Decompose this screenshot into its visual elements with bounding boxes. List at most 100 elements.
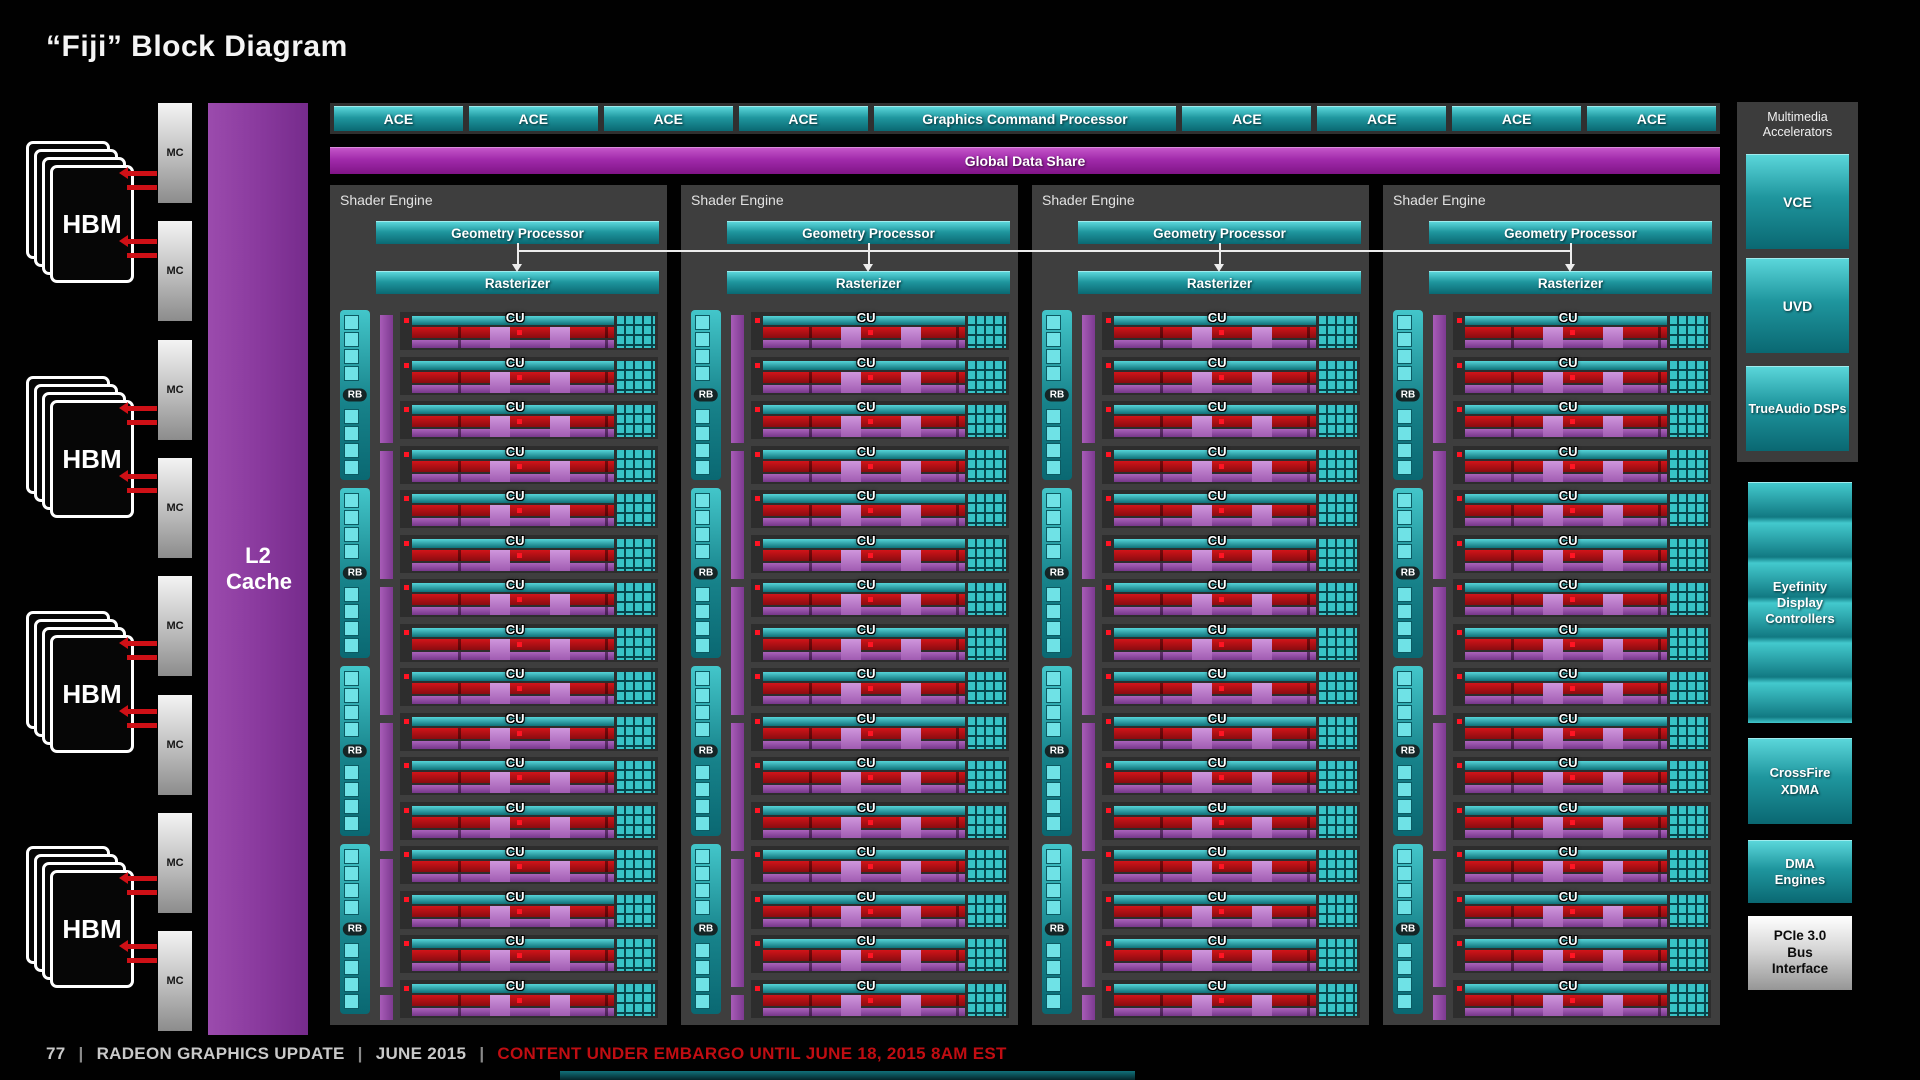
cu-simd-bar [1465,639,1667,650]
cu-branch-block [841,639,861,660]
cu-branch-block [1603,906,1623,927]
lds-bar-segment [1433,451,1446,579]
cu-simd-bar [763,550,965,561]
cu-branch-block [1543,461,1563,482]
rb-cell [344,493,359,508]
crossbar-hline [518,250,1571,252]
cu-lds-bar [412,919,614,927]
rb-cell [344,883,359,898]
cu-row: CU [400,980,658,1018]
cu-status-dot [404,452,409,457]
lds-bar-segment [380,723,393,851]
cu-label: CU [1559,310,1578,325]
cu-status-dot [1457,318,1462,323]
cu-status-dot [517,375,522,380]
ace-block: ACE [1317,106,1446,131]
cu-status-dot [1570,330,1575,335]
cu-branch-block [901,906,921,927]
lds-bar-segment [1433,587,1446,715]
cu-lds-bar [1114,563,1316,571]
cu-texture-cache-grid [617,405,655,437]
cu-simd-bar [1114,683,1316,694]
hbm-mc-link [127,171,157,176]
cu-label: CU [1208,711,1227,726]
rb-cell [1046,900,1061,915]
cu-row: CU [400,446,658,484]
cu-label: CU [857,933,876,948]
cu-status-dot [1219,375,1224,380]
cu-label: CU [857,444,876,459]
cu-lds-bar [1465,607,1667,615]
rb-block: RB [340,666,370,836]
rb-cell [1397,587,1412,602]
cu-label: CU [506,310,525,325]
cu-simd-bar [763,505,965,516]
dma-engines-block: DMA Engines [1748,840,1852,903]
cu-branch-block [550,728,570,749]
rb-label: RB [343,389,367,402]
hbm-label: HBM [50,870,134,988]
cu-status-dot [1457,674,1462,679]
cu-branch-block [841,416,861,437]
cu-row: CU [1453,935,1711,973]
cu-branch-block [1252,950,1272,971]
cu-row: CU [1102,802,1360,840]
cu-status-dot [1570,375,1575,380]
rb-cell [344,315,359,330]
cu-status-dot [868,864,873,869]
footer-embargo-notice: CONTENT UNDER EMBARGO UNTIL JUNE 18, 201… [497,1044,1006,1064]
cu-lds-bar [763,963,965,971]
cu-lds-bar [763,474,965,482]
cu-lds-bar [763,696,965,704]
rb-cell [1397,349,1412,364]
rb-cell [695,510,710,525]
cu-lds-bar [1465,1008,1667,1016]
rb-cell [1046,638,1061,653]
rb-cell [344,426,359,441]
cu-texture-cache-grid [1319,895,1357,927]
cu-branch-block [1252,327,1272,348]
cu-texture-cache-grid [968,405,1006,437]
rb-cell [695,443,710,458]
rb-block: RB [340,844,370,1014]
rb-cell [1397,638,1412,653]
ace-block: ACE [604,106,733,131]
cu-lds-bar [1114,652,1316,660]
cu-branch-block [901,772,921,793]
lds-bar-segment [731,859,744,987]
cu-lds-bar [412,741,614,749]
hbm-stack: HBM [26,376,132,516]
lds-bar-segment [1433,315,1446,443]
cu-texture-cache-grid [617,761,655,793]
cu-lds-bar [763,518,965,526]
cu-lds-bar [412,385,614,393]
rb-cell [1397,510,1412,525]
ace-block: ACE [469,106,598,131]
cu-label: CU [1559,889,1578,904]
cu-branch-block [841,550,861,571]
cu-branch-block [1543,906,1563,927]
cu-branch-block [1252,550,1272,571]
crossfire-xdma-block: CrossFire XDMA [1748,738,1852,824]
cu-texture-cache-grid [968,806,1006,838]
memory-controller-block: MC [158,695,192,795]
multimedia-accelerators-title: Multimedia Accelerators [1737,102,1858,140]
cu-branch-block [490,327,510,348]
rb-cell [1046,883,1061,898]
cu-row: CU [400,935,658,973]
rb-cell [344,900,359,915]
cu-simd-bar [763,327,965,338]
cu-branch-block [550,505,570,526]
cu-status-dot [755,986,760,991]
cu-branch-block [841,683,861,704]
cu-branch-block [1192,505,1212,526]
shader-engine-label: Shader Engine [1393,192,1486,208]
cu-branch-block [550,594,570,615]
cu-lds-bar [412,874,614,882]
cu-simd-bar [1114,594,1316,605]
cu-label: CU [1559,622,1578,637]
cu-label: CU [1208,444,1227,459]
cu-branch-block [490,550,510,571]
cu-branch-block [1192,950,1212,971]
cu-simd-bar [763,683,965,694]
